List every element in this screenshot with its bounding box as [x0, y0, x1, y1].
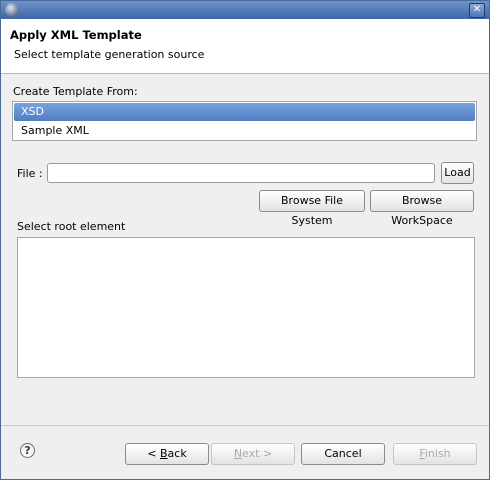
title-bar: ✕ [1, 1, 489, 19]
select-root-element-label: Select root element [17, 220, 126, 233]
eclipse-icon [5, 3, 19, 17]
wizard-header: Apply XML Template Select template gener… [1, 19, 489, 74]
back-mnemonic: B [160, 447, 168, 460]
browse-workspace-button[interactable]: Browse WorkSpace [370, 190, 474, 227]
file-path-input[interactable] [47, 163, 435, 183]
help-icon[interactable]: ? [20, 443, 35, 458]
root-element-list[interactable] [17, 237, 475, 378]
close-icon[interactable]: ✕ [469, 3, 485, 18]
cancel-button[interactable]: Cancel [301, 443, 385, 465]
create-template-from-label: Create Template From: [13, 85, 138, 98]
list-item-xsd[interactable]: XSD [14, 103, 475, 121]
template-source-list[interactable]: XSD Sample XML [12, 101, 477, 141]
back-button[interactable]: < Back [125, 443, 209, 465]
back-rest: ack [167, 447, 187, 460]
load-button[interactable]: Load [441, 162, 474, 184]
next-mnemonic: N [233, 447, 243, 460]
finish-button: Finish [393, 443, 477, 465]
apply-xml-template-dialog: ✕ Apply XML Template Select template gen… [0, 0, 490, 480]
back-prefix: < [147, 447, 160, 460]
footer-separator [1, 425, 489, 426]
finish-rest: inish [424, 447, 451, 460]
file-label: File : [17, 167, 43, 180]
page-title: Apply XML Template [10, 28, 142, 42]
browse-file-system-button[interactable]: Browse File System [259, 190, 365, 227]
next-button: Next > [211, 443, 295, 465]
list-item-sample-xml[interactable]: Sample XML [14, 122, 475, 140]
next-rest: ext > [242, 447, 273, 460]
page-subtitle: Select template generation source [14, 48, 205, 61]
